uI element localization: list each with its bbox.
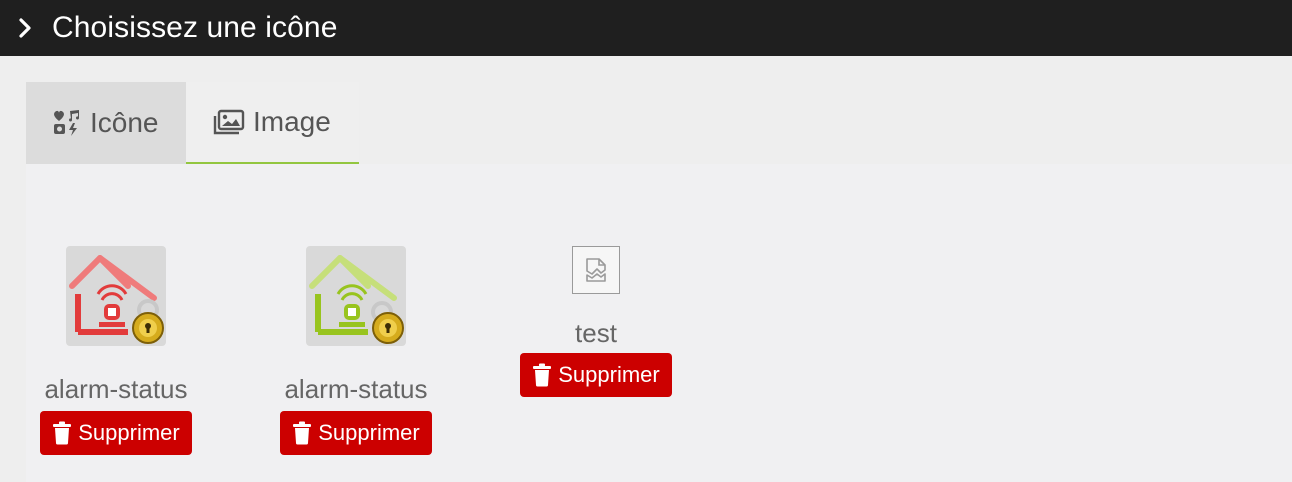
tab-image[interactable]: Image [186, 82, 359, 164]
tab-image-label: Image [253, 106, 331, 137]
delete-button[interactable]: Supprimer [280, 411, 432, 455]
trash-icon [52, 421, 72, 445]
delete-label: Supprimer [318, 420, 420, 445]
dialog-title: Choisissez une icône [52, 11, 338, 44]
trash-icon [292, 421, 312, 445]
image-name: alarm-status [284, 374, 428, 404]
chevron-right-icon[interactable] [0, 18, 52, 38]
alarm-status-red-thumbnail[interactable] [66, 246, 166, 346]
image-name: test [575, 318, 617, 348]
icons-icon [52, 109, 82, 137]
images-icon [213, 109, 245, 135]
delete-label: Supprimer [78, 420, 180, 445]
tab-icone[interactable]: Icône [26, 82, 186, 164]
image-item: alarm-status Supprimer [266, 246, 446, 455]
dialog-titlebar: Choisissez une icône [0, 0, 1292, 56]
delete-button[interactable]: Supprimer [520, 353, 672, 397]
image-panel: alarm-status Supprimer alarm-status Supp… [26, 164, 1292, 482]
trash-icon [532, 363, 552, 387]
broken-image-icon[interactable] [572, 246, 620, 294]
image-item: test Supprimer [506, 246, 686, 397]
image-item: alarm-status Supprimer [26, 246, 206, 455]
tab-icone-label: Icône [90, 107, 159, 138]
image-name: alarm-status [44, 374, 188, 404]
delete-label: Supprimer [558, 362, 660, 387]
alarm-status-green-thumbnail[interactable] [306, 246, 406, 346]
tab-bar: Icône Image [26, 82, 359, 164]
delete-button[interactable]: Supprimer [40, 411, 192, 455]
